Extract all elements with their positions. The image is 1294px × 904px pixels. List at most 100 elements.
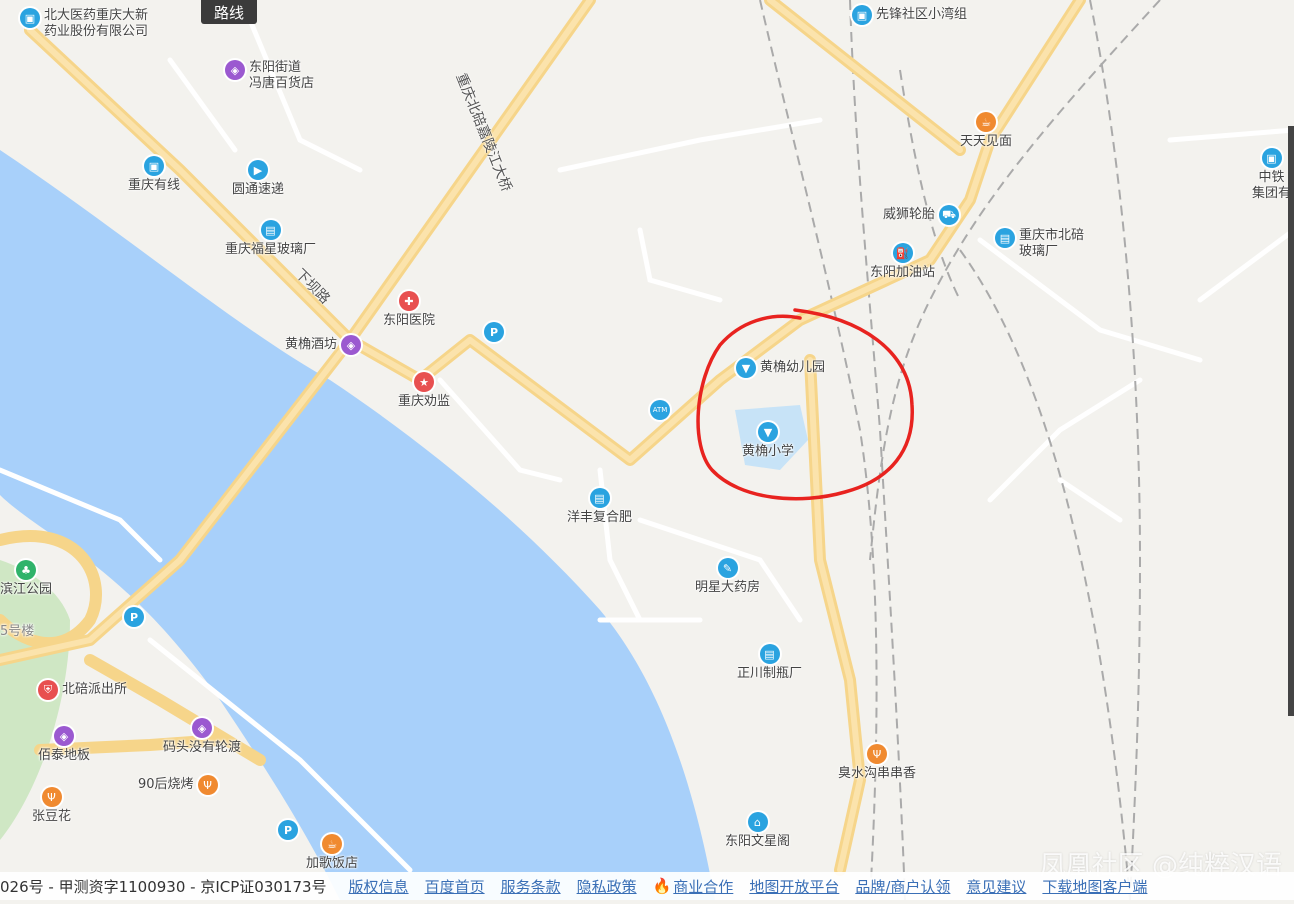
footer-link-feedback[interactable]: 意见建议 — [966, 876, 1026, 897]
poi-zhangdouhua[interactable]: Ψ 张豆花 — [32, 787, 71, 825]
food-icon: ☕ — [322, 834, 342, 854]
poi-zhengchuan[interactable]: ▤ 正川制瓶厂 — [737, 644, 802, 682]
poi-label: 滨江公园 — [0, 582, 53, 597]
poi-building-no: 5号楼 — [0, 624, 34, 640]
poi-label: 黄桷幼儿园 — [760, 360, 826, 375]
map-canvas[interactable]: 路线 重庆北碚嘉陵江大桥 下坝路 ▣ 北大医药重庆大新 药业股份有限公司 ◈ 东… — [0, 0, 1294, 901]
poi-wenxingge[interactable]: ⌂ 东阳文星阁 — [725, 812, 790, 850]
poi-label: 正川制瓶厂 — [737, 666, 803, 681]
shopping-icon: ◈ — [341, 335, 362, 355]
footer-link-open-platform[interactable]: 地图开放平台 — [749, 876, 839, 897]
poi-label: 90后烧烤 — [138, 777, 194, 792]
poi-tiantian[interactable]: ☕ 天天见面 — [960, 112, 1012, 150]
footer-link-privacy[interactable]: 隐私政策 — [577, 876, 637, 897]
poi-label: 洋丰复合肥 — [567, 510, 633, 525]
poi-label: 明星大药房 — [695, 580, 761, 595]
pharmacy-icon: ✎ — [717, 558, 738, 578]
scrollbar[interactable] — [1288, 126, 1294, 716]
poi-label: 黄桷酒坊 — [285, 337, 338, 352]
park-icon: ♣ — [16, 560, 36, 580]
building-icon: ▣ — [852, 5, 872, 25]
poi-dongyang-hospital[interactable]: ✚ 东阳医院 — [383, 291, 435, 329]
factory-icon: ▤ — [589, 488, 610, 508]
parking-marker[interactable]: P — [484, 322, 504, 342]
shopping-icon: ◈ — [192, 718, 212, 738]
poi-primary-school[interactable]: ▼ 黄桷小学 — [742, 422, 794, 460]
poi-xianfeng[interactable]: ▣ 先锋社区小湾组 — [852, 5, 967, 25]
poi-label: 臭水沟串串香 — [838, 766, 917, 781]
hospital-icon: ✚ — [399, 291, 419, 311]
gas-station-icon: ⛽ — [892, 243, 913, 263]
footer-link-terms[interactable]: 服务条款 — [501, 876, 561, 897]
poi-cq-prison[interactable]: ★ 重庆劝监 — [398, 372, 450, 410]
food-icon: Ψ — [197, 775, 218, 795]
poi-label: 码头没有轮渡 — [163, 740, 242, 755]
poi-beibei-police[interactable]: ⛨ 北碚派出所 — [38, 680, 127, 700]
poi-jiage-hotel[interactable]: ☕ 加歌饭店 — [306, 834, 358, 872]
poi-label: 东阳文星阁 — [725, 834, 791, 849]
food-icon: ☕ — [976, 112, 996, 132]
footer-link-copyright[interactable]: 版权信息 — [349, 876, 409, 897]
map-base — [0, 0, 1294, 901]
poi-mingxing[interactable]: ✎ 明星大药房 — [695, 558, 760, 596]
route-button[interactable]: 路线 — [201, 0, 257, 24]
school-icon: ▼ — [736, 358, 756, 378]
government-icon: ★ — [414, 372, 434, 392]
atm-marker[interactable]: ATM — [650, 400, 670, 420]
poi-label: 5号楼 — [0, 624, 35, 639]
building-icon: ▣ — [20, 8, 40, 28]
poi-yuantong[interactable]: ▶ 圆通速递 — [232, 160, 284, 198]
poi-zhongtie[interactable]: ▣ 中铁 集团有 — [1252, 148, 1291, 202]
delivery-icon: ▶ — [248, 160, 268, 180]
poi-beibei-glass[interactable]: ▤ 重庆市北碚 玻璃厂 — [995, 228, 1084, 260]
license-text: 026号 - 甲测资字1100930 - 京ICP证030173号 — [0, 877, 327, 896]
poi-label: 先锋社区小湾组 — [876, 7, 968, 22]
poi-label: 威狮轮胎 — [883, 207, 936, 222]
fire-icon: 🔥 — [652, 877, 672, 895]
poi-beida[interactable]: ▣ 北大医药重庆大新 药业股份有限公司 — [20, 8, 148, 40]
poi-kindergarten[interactable]: ▼ 黄桷幼儿园 — [736, 358, 825, 378]
police-icon: ⛨ — [38, 680, 58, 700]
atm-icon: ATM — [650, 400, 670, 420]
footer-link-brand-claim[interactable]: 品牌/商户认领 — [855, 876, 950, 897]
poi-weishi-tire[interactable]: ⛟ 威狮轮胎 — [883, 205, 960, 225]
poi-choushuigou[interactable]: Ψ 臭水沟串串香 — [838, 744, 916, 782]
poi-matou-ferry[interactable]: ◈ 码头没有轮渡 — [163, 718, 241, 756]
parking-marker[interactable]: P — [124, 607, 144, 627]
poi-binjiang-park[interactable]: ♣ 滨江公园 — [0, 560, 52, 598]
poi-90hou-bbq[interactable]: Ψ 90后烧烤 — [138, 775, 218, 795]
poi-label: 张豆花 — [32, 809, 72, 824]
food-icon: Ψ — [867, 744, 887, 764]
shopping-icon: ◈ — [225, 60, 245, 80]
poi-yangfeng[interactable]: ▤ 洋丰复合肥 — [567, 488, 632, 526]
food-icon: Ψ — [41, 787, 62, 807]
footer-link-download[interactable]: 下载地图客户端 — [1042, 876, 1147, 897]
parking-icon: P — [278, 820, 298, 840]
poi-fuxing-glass[interactable]: ▤ 重庆福星玻璃厂 — [225, 220, 316, 258]
poi-huangjue-winery[interactable]: ◈ 黄桷酒坊 — [285, 335, 362, 355]
footer-bar: 026号 - 甲测资字1100930 - 京ICP证030173号 版权信息 百… — [0, 872, 1294, 900]
poi-label: 东阳医院 — [383, 313, 436, 328]
parking-icon: P — [484, 322, 504, 342]
parking-marker[interactable]: P — [278, 820, 298, 840]
building-icon: ▣ — [144, 156, 164, 176]
poi-label: 黄桷小学 — [742, 444, 795, 459]
factory-icon: ▤ — [759, 644, 780, 664]
poi-dongyang-store[interactable]: ◈ 东阳街道 冯唐百货店 — [225, 60, 314, 92]
poi-dongyang-gas[interactable]: ⛽ 东阳加油站 — [870, 243, 935, 281]
poi-label: 北碚派出所 — [62, 682, 128, 697]
poi-label: 天天见面 — [960, 134, 1013, 149]
footer-link-baidu-home[interactable]: 百度首页 — [425, 876, 485, 897]
car-icon: ⛟ — [939, 205, 960, 225]
building-icon: ▣ — [1261, 148, 1282, 168]
school-icon: ▼ — [758, 422, 778, 442]
poi-label: 圆通速递 — [232, 182, 285, 197]
poi-label: 东阳加油站 — [870, 265, 936, 280]
poi-cq-youxian[interactable]: ▣ 重庆有线 — [128, 156, 180, 194]
poi-label: 重庆福星玻璃厂 — [225, 242, 317, 257]
footer-link-business[interactable]: 商业合作 — [673, 876, 733, 897]
poi-label: 中铁 集团有 — [1252, 170, 1292, 201]
shopping-icon: ◈ — [54, 726, 74, 746]
poi-baitai[interactable]: ◈ 佰泰地板 — [38, 726, 90, 764]
poi-label: 东阳街道 冯唐百货店 — [249, 60, 315, 91]
